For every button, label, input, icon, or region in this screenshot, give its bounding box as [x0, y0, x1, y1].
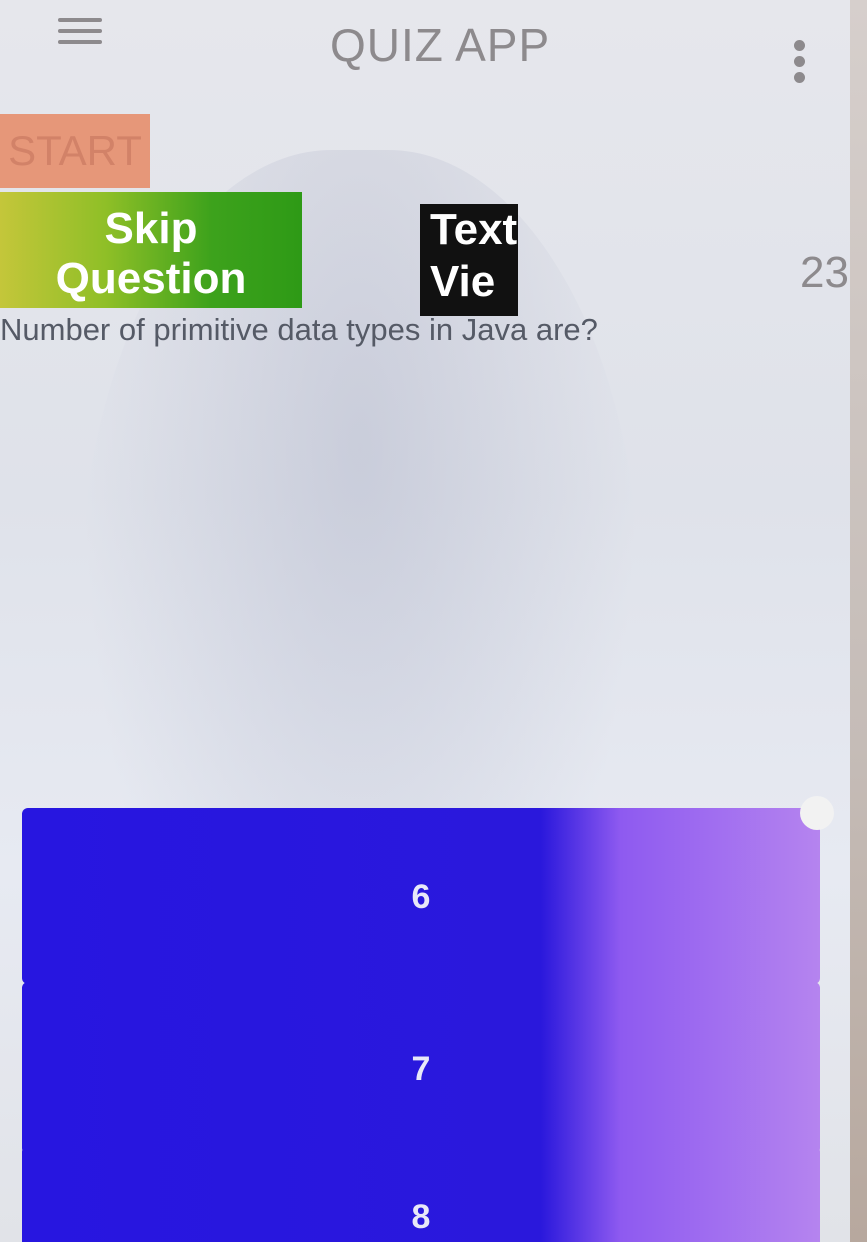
- textview-placeholder: TextVie: [420, 204, 518, 316]
- scroll-indicator[interactable]: [800, 796, 834, 830]
- app-bar: QUIZ APP: [0, 0, 850, 100]
- option-button-3[interactable]: 8: [22, 1146, 820, 1242]
- device-bezel: [850, 0, 867, 1242]
- start-button[interactable]: START: [0, 114, 150, 188]
- score-value: 23: [800, 248, 849, 297]
- option-button-2[interactable]: 7: [22, 982, 820, 1154]
- hamburger-icon[interactable]: [58, 18, 102, 48]
- option-button-1[interactable]: 6: [22, 808, 820, 984]
- question-text: Number of primitive data types in Java a…: [0, 312, 598, 347]
- skip-label-line1: Skip: [104, 203, 198, 253]
- app-title: QUIZ APP: [330, 19, 551, 71]
- skip-label-line2: Question: [55, 253, 247, 303]
- app-screen: QUIZ APP START Skip Question TextVie 23 …: [0, 0, 850, 1242]
- more-vertical-icon[interactable]: [794, 40, 808, 86]
- skip-question-button[interactable]: Skip Question: [0, 192, 302, 308]
